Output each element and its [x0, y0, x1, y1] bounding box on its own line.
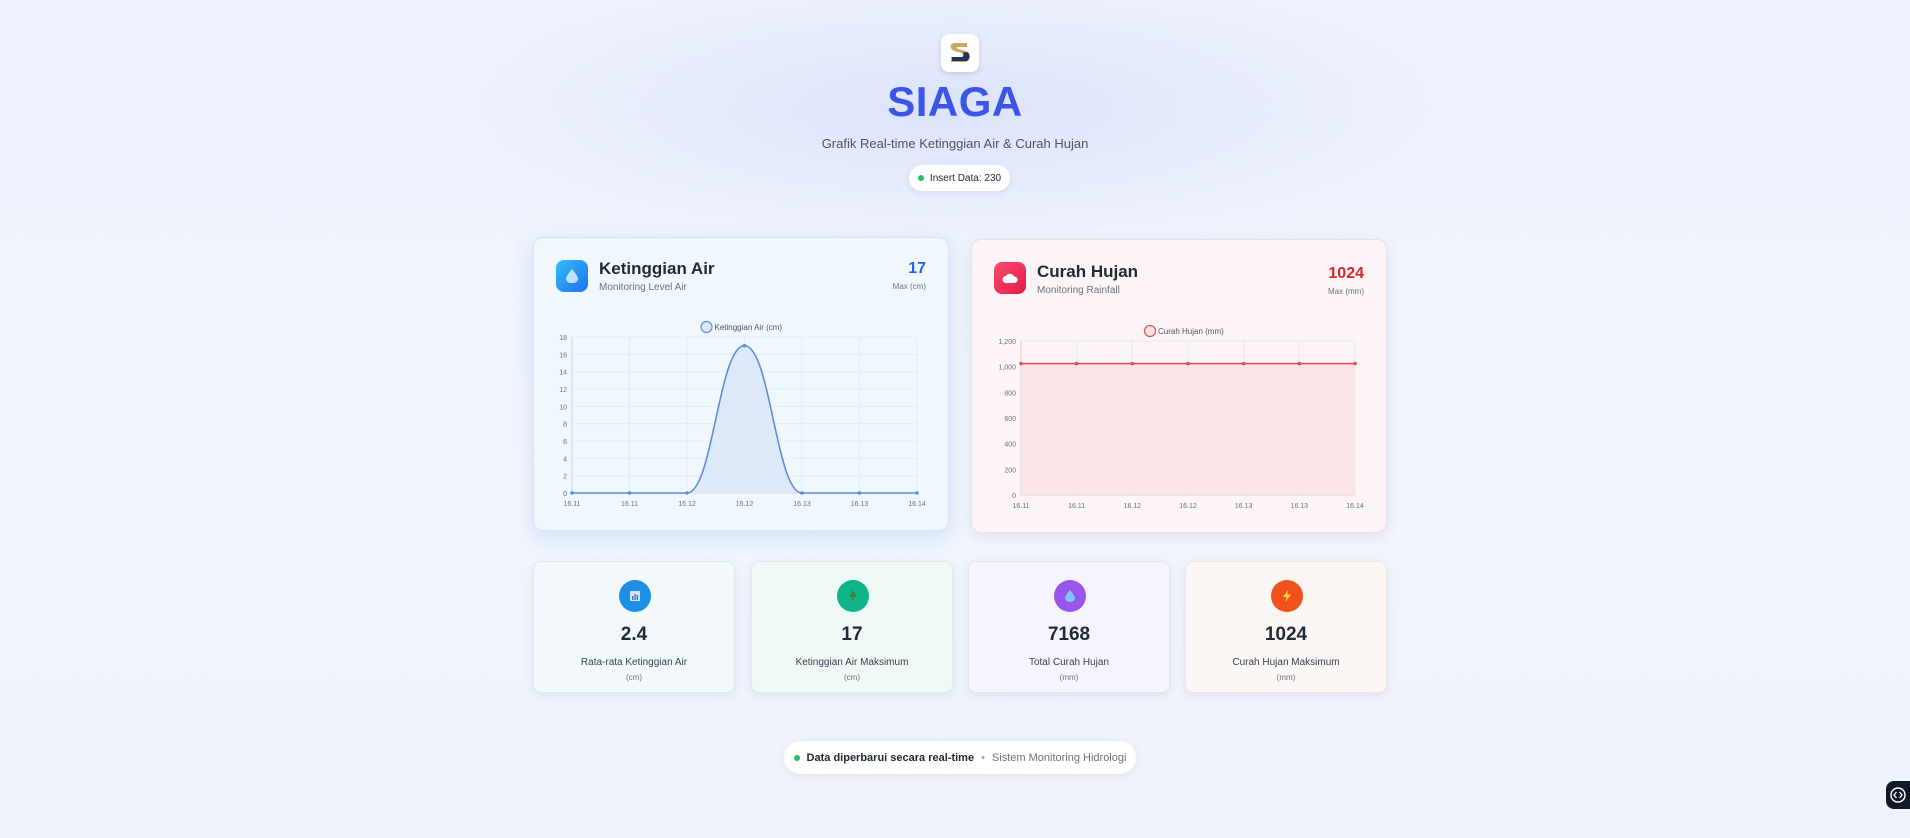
x-tick-label: 16.12: [736, 501, 754, 508]
stat-card-total-rain: 7168 Total Curah Hujan (mm): [968, 561, 1170, 693]
x-tick-label: 16.13: [1235, 503, 1253, 510]
live-dot-icon: [793, 754, 800, 761]
y-tick-label: 400: [1004, 442, 1016, 449]
data-point: [915, 491, 919, 495]
data-point: [1019, 361, 1023, 366]
lightning-icon: [1271, 580, 1303, 612]
stat-value: 2.4: [620, 624, 648, 645]
x-tick-label: 16.14: [1346, 503, 1364, 510]
y-tick-label: 600: [1004, 416, 1016, 423]
rainfall-card: Curah Hujan Monitoring Rainfall 1024 Max…: [971, 239, 1387, 533]
stat-card-max-water: 17 Ketinggian Air Maksimum (cm): [751, 561, 953, 693]
y-tick-label: 12: [559, 387, 567, 394]
series-area: [1021, 363, 1355, 495]
water-level-card: Ketinggian Air Monitoring Level Air 17 M…: [533, 237, 949, 531]
page-title: SIAGA: [887, 78, 1023, 125]
y-tick-label: 4: [563, 456, 567, 463]
x-tick-label: 16.13: [1291, 503, 1309, 510]
app-logo: [941, 34, 979, 72]
tree-icon: [837, 580, 869, 612]
footer-separator: •: [981, 751, 985, 764]
y-tick-label: 18: [559, 335, 567, 342]
insert-data-badge: Insert Data: 230: [909, 165, 1010, 191]
y-tick-label: 0: [563, 491, 567, 498]
stat-label: Rata-rata Ketinggian Air: [580, 657, 688, 668]
stat-card-avg-water: 2.4 Rata-rata Ketinggian Air (cm): [533, 561, 735, 693]
x-tick-label: 16.11: [564, 501, 581, 508]
x-tick-label: 16.12: [678, 501, 696, 508]
code-icon: [1890, 787, 1906, 803]
stat-unit: (mm): [1059, 673, 1079, 682]
data-point: [570, 491, 574, 495]
stat-value: 7168: [1047, 624, 1091, 645]
data-point: [685, 491, 689, 495]
stat-unit: (mm): [1276, 673, 1296, 682]
data-point: [1241, 361, 1246, 366]
y-tick-label: 16: [559, 352, 567, 359]
x-tick-label: 16.11: [1068, 503, 1085, 510]
y-tick-label: 2: [563, 474, 567, 481]
page-subtitle: Grafik Real-time Ketinggian Air & Curah …: [821, 136, 1089, 151]
x-tick-label: 16.11: [1013, 503, 1030, 510]
data-point: [1297, 361, 1302, 366]
x-tick-label: 16.13: [793, 501, 811, 508]
y-tick-label: 0: [1012, 493, 1016, 500]
y-tick-label: 8: [563, 422, 567, 429]
series-area: [572, 345, 917, 493]
insert-data-text: Insert Data: 230: [929, 172, 1002, 184]
legend-marker: [1143, 324, 1157, 338]
water-drop-icon: [1054, 580, 1086, 612]
code-toggle-button[interactable]: [1886, 781, 1910, 809]
data-point: [1353, 361, 1357, 366]
data-point: [1130, 361, 1135, 366]
data-point: [1074, 361, 1079, 366]
x-tick-label: 16.14: [908, 501, 926, 508]
rainfall-chart: Curah Hujan (mm) 0 200 400 600 800 1,000 1,200 1…: [998, 324, 1364, 510]
y-tick-label: 14: [559, 370, 567, 377]
footer-realtime-text: Data diperbarui secara real-time: [806, 751, 975, 764]
y-tick-label: 800: [1004, 390, 1016, 397]
y-tick-label: 6: [563, 439, 567, 446]
x-tick-label: 16.13: [851, 501, 869, 508]
stat-unit: (cm): [844, 673, 860, 682]
y-tick-label: 200: [1004, 467, 1016, 474]
stat-label: Curah Hujan Maksimum: [1232, 657, 1340, 668]
stat-label: Ketinggian Air Maksimum: [795, 657, 909, 668]
x-tick-label: 16.12: [1124, 503, 1142, 510]
y-tick-label: 10: [559, 404, 567, 411]
data-point: [800, 491, 804, 495]
bar-chart-icon: [619, 580, 651, 612]
stat-value: 17: [841, 624, 863, 645]
stat-value: 1024: [1264, 624, 1308, 645]
footer-system-text: Sistem Monitoring Hidrologi: [991, 751, 1127, 764]
data-point: [627, 491, 632, 495]
y-tick-label: 1,200: [998, 339, 1016, 346]
data-point: [742, 343, 747, 348]
stat-label: Total Curah Hujan: [1028, 657, 1110, 668]
live-dot-icon: [917, 175, 924, 181]
water-level-chart: Ketinggian Air (cm) 0 2 4 6 8 10 12 14 16 18 16.11 1…: [559, 320, 926, 508]
logo-mark-icon: [950, 43, 970, 62]
data-point: [1186, 361, 1190, 366]
data-point: [857, 491, 862, 495]
y-tick-label: 1,000: [998, 365, 1016, 372]
legend-label: Curah Hujan (mm): [1158, 327, 1224, 336]
x-tick-label: 16.12: [1179, 503, 1197, 510]
legend-marker: [700, 320, 713, 334]
stat-unit: (cm): [626, 673, 642, 682]
legend-label: Ketinggian Air (cm): [715, 323, 783, 332]
x-tick-label: 16.11: [621, 501, 638, 508]
footer-status: Data diperbarui secara real-time • Siste…: [784, 741, 1136, 774]
stat-card-max-rain: 1024 Curah Hujan Maksimum (mm): [1185, 561, 1387, 693]
